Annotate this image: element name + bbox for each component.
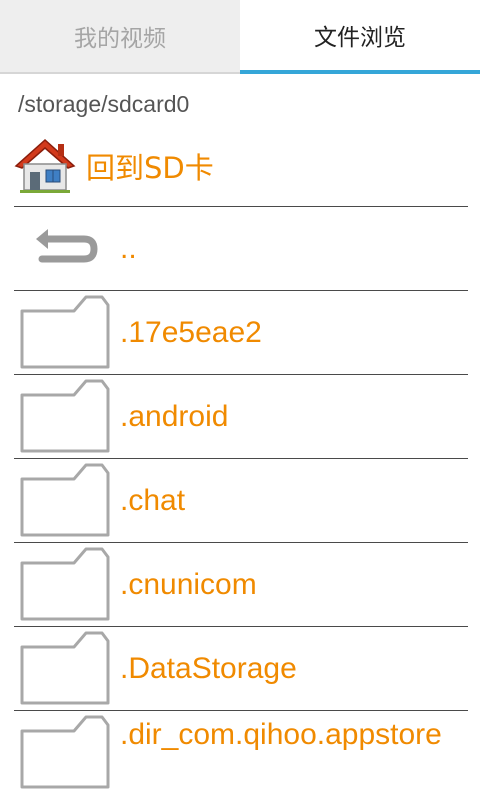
tab-my-videos[interactable]: 我的视频	[0, 0, 240, 74]
entry-label: .17e5eae2	[120, 315, 262, 349]
entry-label: .android	[120, 399, 229, 433]
folder-item[interactable]: .DataStorage	[14, 626, 468, 710]
entry-label: ..	[120, 231, 137, 265]
folder-item[interactable]: .android	[14, 374, 468, 458]
entry-label: .chat	[120, 483, 186, 517]
entry-label: .cnunicom	[120, 567, 257, 601]
folder-icon	[14, 375, 112, 458]
current-path: /storage/sdcard0	[18, 91, 190, 117]
folder-icon	[14, 291, 112, 374]
folder-icon	[14, 711, 112, 794]
entry-label: .dir_com.qihoo.appstore	[120, 718, 442, 751]
parent-directory-item[interactable]: ..	[14, 206, 468, 290]
tab-file-browser[interactable]: 文件浏览	[240, 0, 480, 74]
folder-icon	[14, 627, 112, 710]
folder-icon	[14, 459, 112, 542]
folder-item[interactable]: .dir_com.qihoo.appstore	[14, 710, 468, 800]
house-icon	[14, 138, 76, 194]
folder-item[interactable]: .17e5eae2	[14, 290, 468, 374]
file-browser-screen: 我的视频 文件浏览 /storage/sdcard0 回到SD卡 .. .17e…	[0, 0, 480, 800]
home-label: 回到SD卡	[86, 151, 214, 185]
file-list: .. .17e5eae2 .android .chat .cnunicom .D…	[14, 206, 468, 800]
back-arrow-icon	[14, 207, 112, 290]
tab-bar: 我的视频 文件浏览	[0, 0, 480, 74]
home-sdcard-button[interactable]: 回到SD卡	[14, 134, 470, 198]
folder-item[interactable]: .cnunicom	[14, 542, 468, 626]
folder-item[interactable]: .chat	[14, 458, 468, 542]
folder-icon	[14, 543, 112, 626]
entry-label: .DataStorage	[120, 651, 297, 685]
